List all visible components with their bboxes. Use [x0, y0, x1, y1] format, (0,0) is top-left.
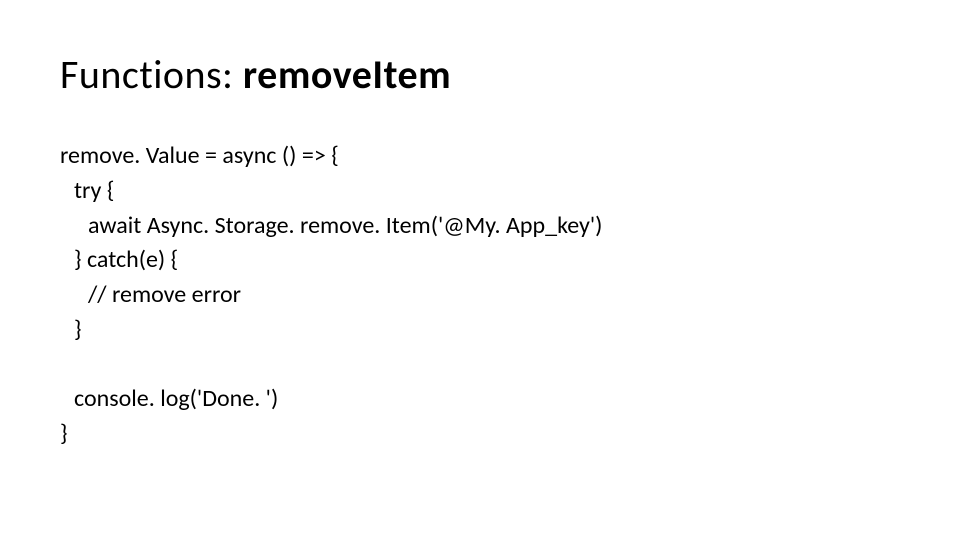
title-function-name: removeItem [243, 50, 451, 99]
code-line: try { [60, 174, 900, 209]
code-line: remove. Value = async () => { [60, 139, 900, 174]
title-prefix: Functions: [60, 50, 243, 99]
code-line: // remove error [60, 278, 900, 313]
code-line: await Async. Storage. remove. Item('@My.… [60, 209, 900, 244]
code-line: } [60, 313, 900, 348]
code-line: } [60, 417, 900, 452]
slide-title: Functions: removeItem [60, 50, 900, 99]
code-line: console. log('Done. ') [60, 382, 900, 417]
blank-line [60, 348, 900, 382]
code-block: remove. Value = async () => { try { awai… [60, 139, 900, 451]
code-line: } catch(e) { [60, 243, 900, 278]
